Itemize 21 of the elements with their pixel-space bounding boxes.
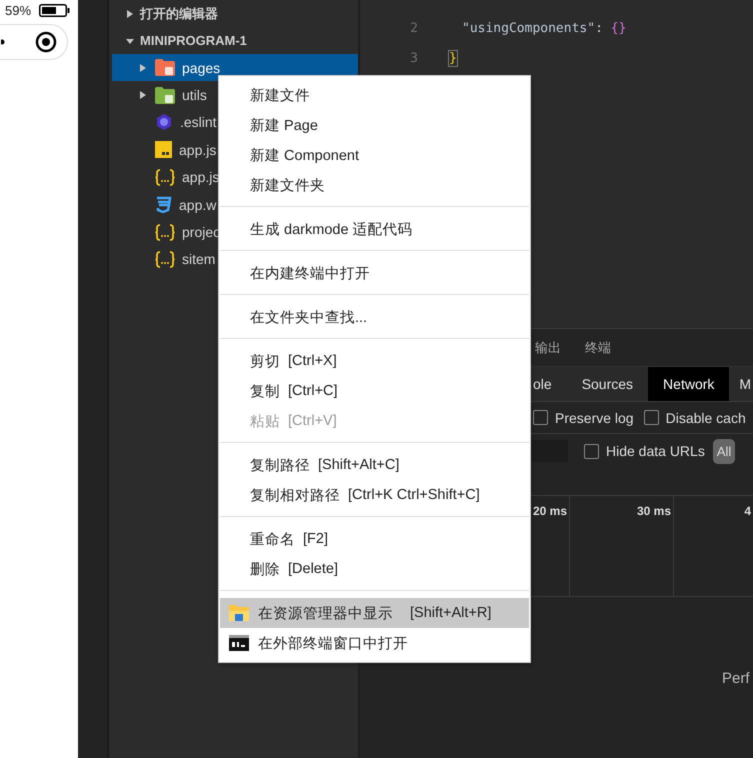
file-name: app.js [179,142,216,158]
line-number: 3 [409,50,418,66]
line-number: 2 [409,20,418,36]
code-token: "usingComponents" [462,20,596,36]
file-name: .eslint [180,114,217,130]
file-name: app.w [179,196,216,213]
file-name: utils [182,87,207,104]
checkbox-label: Disable cach [666,410,746,426]
timeline-tick: 30 ms [636,504,671,518]
file-name: sitem [182,251,216,268]
checkbox-label: Preserve log [555,410,634,426]
panel-message: Perf [722,670,750,687]
timeline-tick: 4 [744,504,751,518]
code-token: {} [610,20,626,36]
checkbox-label: Hide data URLs [606,443,705,459]
code-token: : [595,20,604,36]
timeline-tick: 20 ms [532,504,567,518]
battery-percent: 59% [5,2,32,18]
code-token: } [448,50,458,66]
file-name: app.js [182,169,220,186]
file-name: pages [182,60,220,76]
